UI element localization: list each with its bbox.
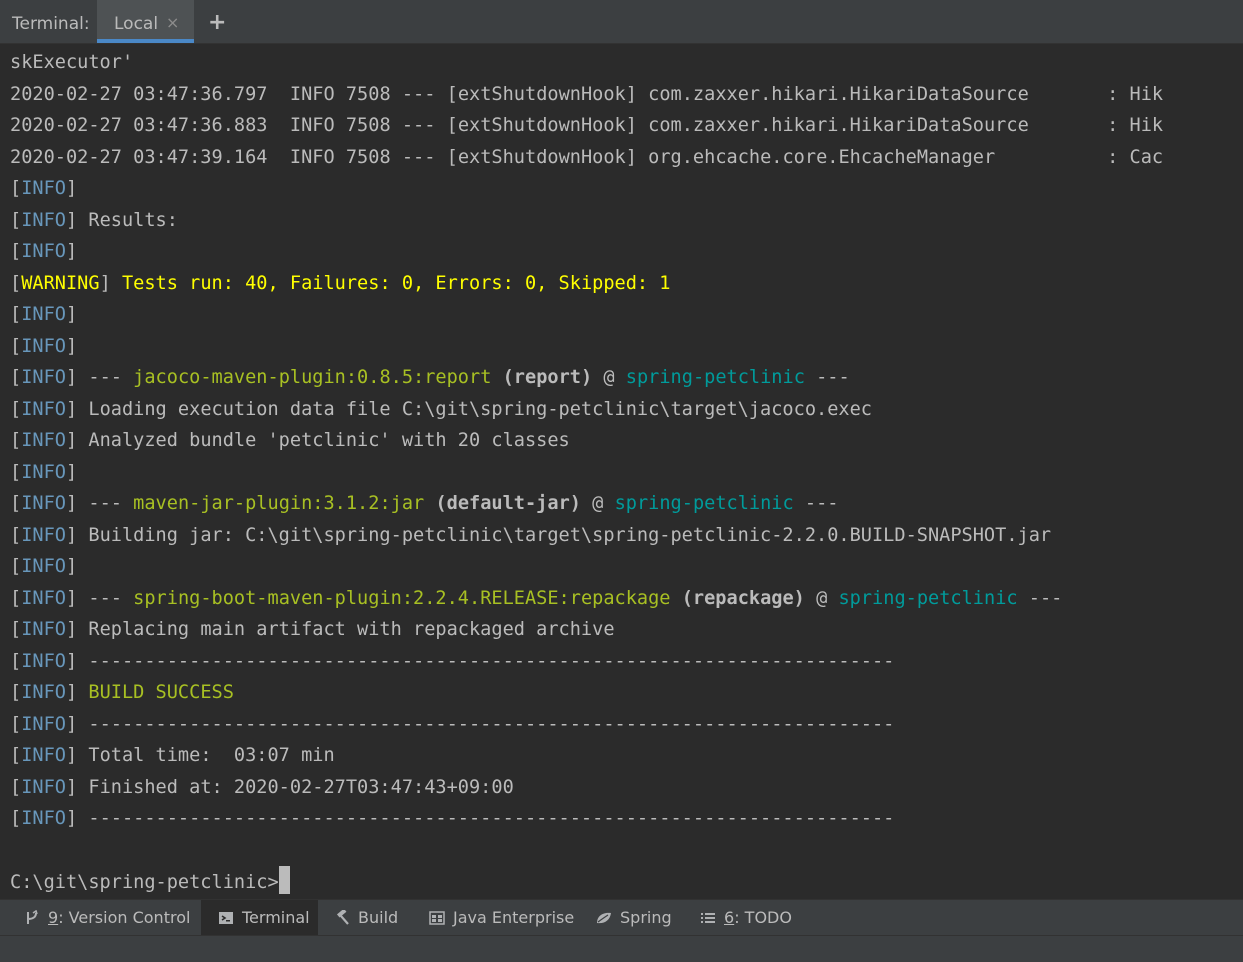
tool-window-java-enterprise[interactable]: Java Enterprise [415, 900, 577, 935]
shell-prompt: C:\git\spring-petclinic> [10, 872, 279, 893]
log-line: 2020-02-27 03:47:36.883 INFO 7508 --- [e… [10, 115, 1164, 136]
status-bar [0, 935, 1243, 962]
add-icon[interactable]: + [208, 10, 226, 35]
terminal-output[interactable]: skExecutor' 2020-02-27 03:47:36.797 INFO… [0, 47, 1243, 899]
separator-line: [INFO] ---------------------------------… [10, 808, 895, 829]
active-tab-indicator [97, 39, 194, 43]
separator-line: [INFO] ---------------------------------… [10, 650, 895, 672]
hammer-icon [332, 908, 352, 928]
plugin-line: [INFO] --- maven-jar-plugin:3.1.2:jar (d… [10, 493, 839, 514]
warning-line: [WARNING] Tests run: 40, Failures: 0, Er… [10, 272, 671, 294]
maven-line: [INFO] Finished at: 2020-02-27T03:47:43+… [10, 776, 514, 798]
build-success-line: [INFO] BUILD SUCCESS [10, 682, 234, 703]
maven-line: [INFO] [10, 335, 78, 357]
vcs-icon [22, 908, 42, 928]
plugin-line: [INFO] --- spring-boot-maven-plugin:2.2.… [10, 587, 1063, 609]
todo-list-icon [698, 908, 718, 928]
log-line: 2020-02-27 03:47:39.164 INFO 7508 --- [e… [10, 146, 1164, 168]
tool-window-terminal[interactable]: Terminal [201, 900, 318, 935]
maven-line: [INFO] [10, 556, 78, 577]
tool-window-todo[interactable]: 6: TODO [688, 900, 798, 935]
tab-local-label: Local [114, 14, 159, 34]
text-cursor [278, 866, 290, 894]
terminal-line: skExecutor' [10, 52, 134, 73]
tool-window-spring[interactable]: Spring [582, 900, 680, 935]
java-enterprise-icon [427, 908, 447, 928]
separator-line: [INFO] ---------------------------------… [10, 713, 895, 735]
prompt-line[interactable]: C:\git\spring-petclinic> [10, 866, 290, 897]
tool-window-bar: 9: Version Control Terminal Build Java E… [0, 899, 1243, 935]
terminal-title: Terminal: [12, 14, 90, 34]
spring-leaf-icon [594, 908, 614, 928]
maven-line: [INFO] Analyzed bundle 'petclinic' with … [10, 430, 570, 451]
tool-window-build[interactable]: Build [319, 900, 411, 935]
maven-line: [INFO] Replacing main artifact with repa… [10, 619, 615, 640]
maven-line: [INFO] Building jar: C:\git\spring-petcl… [10, 524, 1052, 546]
terminal-tab-bar: Terminal: Local × + [0, 0, 1243, 44]
maven-line: [INFO] [10, 178, 78, 199]
terminal-icon [216, 908, 236, 928]
maven-line: [INFO] Loading execution data file C:\gi… [10, 398, 872, 420]
maven-line: [INFO] Results: [10, 209, 178, 231]
maven-line: [INFO] Total time: 03:07 min [10, 745, 335, 766]
plugin-line: [INFO] --- jacoco-maven-plugin:0.8.5:rep… [10, 367, 850, 388]
tab-local[interactable]: Local × [97, 0, 194, 43]
tool-window-version-control[interactable]: 9: Version Control [12, 900, 200, 935]
maven-line: [INFO] [10, 241, 78, 262]
log-line: 2020-02-27 03:47:36.797 INFO 7508 --- [e… [10, 83, 1164, 105]
maven-line: [INFO] [10, 304, 78, 325]
close-icon[interactable]: × [166, 13, 179, 32]
maven-line: [INFO] [10, 461, 78, 483]
